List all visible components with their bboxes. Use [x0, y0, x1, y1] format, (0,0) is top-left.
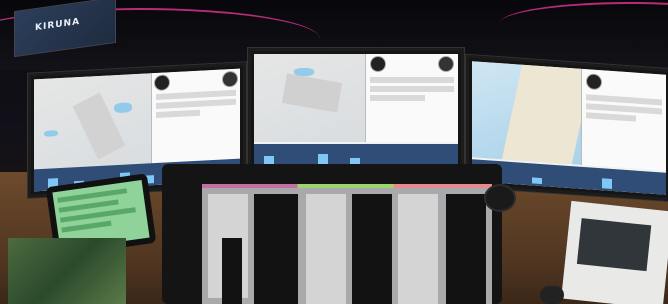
monitor-screen — [254, 54, 458, 166]
strip-column — [306, 194, 346, 304]
paper-map — [8, 238, 126, 304]
strip-column — [254, 194, 298, 304]
strip-column — [398, 194, 438, 304]
strip-column — [446, 194, 486, 304]
paper-document — [561, 200, 668, 304]
center-monitor — [248, 48, 464, 172]
lake — [114, 102, 132, 114]
lake — [44, 130, 58, 137]
map-view — [34, 73, 152, 172]
compass-icon — [438, 56, 454, 72]
console-screen — [202, 188, 492, 304]
strip-column — [222, 238, 242, 304]
runway-area — [281, 73, 343, 113]
map-view — [472, 61, 593, 165]
main-console — [162, 164, 502, 304]
compass-icon — [370, 56, 386, 72]
compass-icon — [586, 73, 602, 91]
mouse-device — [540, 286, 564, 304]
sign-text: KIRUNA — [35, 16, 81, 34]
info-panel — [365, 54, 458, 142]
info-panel — [581, 68, 666, 171]
info-panel — [151, 68, 240, 166]
control-knob — [484, 184, 516, 212]
timeline-strip — [254, 144, 458, 166]
control-room-scene: KIRUNA — [0, 0, 668, 304]
coastline — [501, 64, 593, 165]
strip-column — [352, 194, 392, 304]
map-view — [254, 54, 366, 142]
